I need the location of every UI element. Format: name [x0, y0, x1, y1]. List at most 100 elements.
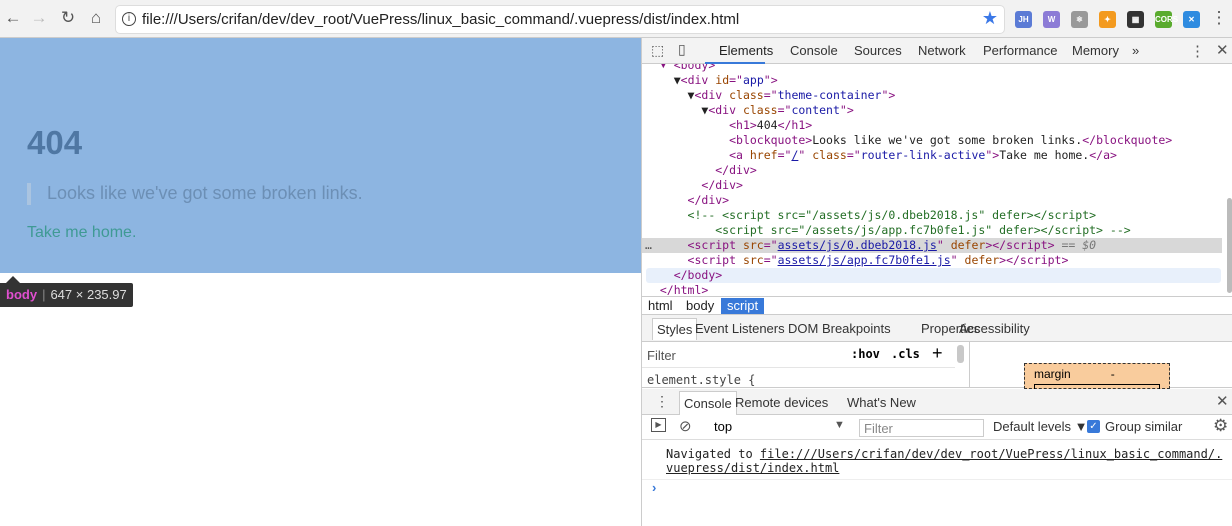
body-highlight-overlay: 404 Looks like we've got some broken lin…: [0, 38, 641, 273]
styles-tabbar: Styles Event Listeners DOM Breakpoints Prop…: [642, 315, 1232, 342]
dom-node-line[interactable]: <a href="/" class="router-link-active">T…: [642, 148, 1222, 163]
hov-toggle[interactable]: :hov: [851, 347, 880, 361]
more-tabs-button[interactable]: »: [1132, 43, 1139, 58]
clear-console-icon[interactable]: ⊘: [679, 417, 692, 435]
dom-token: </h1>: [777, 118, 813, 132]
dom-token: <script src="/assets/js/app.fc7b0fe1.js"…: [715, 223, 1131, 237]
home-icon[interactable]: ⌂: [85, 8, 107, 28]
info-icon[interactable]: i: [122, 12, 136, 26]
drawer-tabbar: ⋮ Console Remote devices What's New ✕: [642, 389, 1232, 415]
dom-token: href: [749, 148, 778, 162]
jh-extension-icon[interactable]: JH: [1015, 11, 1032, 28]
forward-icon[interactable]: →: [28, 8, 50, 28]
dom-token: == $0: [1054, 238, 1097, 252]
styles-filter-input[interactable]: Filter: [647, 348, 676, 363]
dom-token: =": [763, 238, 778, 252]
dom-node-line[interactable]: ▼<div class="theme-container">: [642, 88, 1222, 103]
tab-event-listeners[interactable]: Event Listeners: [695, 321, 785, 336]
dom-node-line[interactable]: </body>: [646, 268, 1221, 283]
drawer-tab-console[interactable]: Console: [679, 391, 737, 415]
tab-dom-breakpoints[interactable]: DOM Breakpoints: [788, 321, 891, 336]
cls-toggle[interactable]: .cls: [891, 347, 920, 361]
dom-token: class: [812, 148, 847, 162]
console-filter-input[interactable]: Filter: [859, 419, 984, 437]
dom-token: 404: [756, 118, 778, 132]
breadcrumb-script[interactable]: script: [721, 298, 765, 314]
log-levels-dropdown[interactable]: Default levels ▼: [993, 419, 1088, 434]
reload-icon[interactable]: ↻: [57, 8, 79, 28]
address-bar[interactable]: i file:///Users/crifan/dev/dev_root/VueP…: [116, 6, 1004, 33]
breadcrumb-body[interactable]: body: [680, 298, 720, 314]
tab-network[interactable]: Network: [918, 43, 966, 58]
dom-tree: ▾ <body> ▼<div id="app"> ▼<div class="th…: [642, 64, 1232, 296]
back-icon[interactable]: ←: [2, 8, 24, 28]
dom-node-line[interactable]: <blockquote>Looks like we've got some br…: [642, 133, 1222, 148]
ellipsis-icon[interactable]: …: [645, 238, 652, 253]
tab-accessibility[interactable]: Accessibility: [959, 321, 1030, 336]
wappalyzer-icon[interactable]: W: [1043, 11, 1060, 28]
context-select[interactable]: top: [714, 419, 732, 434]
new-style-rule-button[interactable]: +: [932, 343, 943, 364]
browser-toolbar: ← → ↻ ⌂ i file:///Users/crifan/dev/dev_r…: [0, 0, 1232, 38]
cors-icon[interactable]: CORS: [1155, 11, 1178, 28]
url-text[interactable]: file:///Users/crifan/dev/dev_root/VuePre…: [142, 11, 739, 28]
bookmark-star-icon[interactable]: ★: [982, 8, 998, 29]
devtools-menu-icon[interactable]: ⋮: [1190, 42, 1205, 60]
dom-token: <div: [694, 88, 730, 102]
qr-code-icon[interactable]: ▦: [1127, 11, 1144, 28]
drawer-menu-icon[interactable]: ⋮: [655, 393, 669, 410]
show-sidebar-icon[interactable]: ▶: [651, 418, 666, 432]
dom-node-line[interactable]: ▼<div id="app">: [642, 73, 1222, 88]
tab-elements[interactable]: Elements: [719, 43, 773, 58]
dom-node-line[interactable]: <h1>404</h1>: [642, 118, 1222, 133]
dom-link[interactable]: assets/js/0.dbeb2018.js: [778, 238, 937, 252]
tab-memory[interactable]: Memory: [1072, 43, 1119, 58]
dom-node-line[interactable]: … <script src="assets/js/0.dbeb2018.js" …: [642, 238, 1222, 253]
dom-token: content: [791, 103, 840, 117]
dom-node-line[interactable]: <script src="/assets/js/app.fc7b0fe1.js"…: [642, 223, 1222, 238]
dom-scrollbar[interactable]: [1227, 198, 1232, 293]
tab-styles[interactable]: Styles: [652, 318, 698, 340]
breadcrumb-html[interactable]: html: [642, 298, 679, 314]
device-toolbar-icon[interactable]: ▯: [678, 41, 686, 58]
dom-node-line[interactable]: </div>: [642, 193, 1222, 208]
close-drawer-icon[interactable]: ✕: [1216, 392, 1229, 410]
react-devtools-icon[interactable]: ⚛: [1071, 11, 1088, 28]
drawer-tab-what-s-new[interactable]: What's New: [847, 395, 916, 410]
console-message: Navigated to file:///Users/crifan/dev/de…: [666, 447, 1226, 475]
dom-token: src: [742, 238, 764, 252]
dom-token: ": [936, 238, 951, 252]
margin-value[interactable]: -: [1111, 367, 1115, 381]
box-model-margin: margin -: [1024, 363, 1170, 394]
tab-sources[interactable]: Sources: [854, 43, 902, 58]
dom-token: <!-- <script src="/assets/js/0.dbeb2018.…: [687, 208, 1097, 222]
dom-token: ></script>: [999, 253, 1069, 267]
group-similar-checkbox[interactable]: ✓: [1087, 420, 1100, 433]
dom-token: <div: [708, 103, 743, 117]
dom-link[interactable]: assets/js/app.fc7b0fe1.js: [778, 253, 951, 267]
console-prompt[interactable]: ›: [652, 480, 656, 495]
inspect-element-icon[interactable]: ⬚: [651, 42, 664, 59]
orange-extension-icon[interactable]: ✦: [1099, 11, 1116, 28]
dom-node-line[interactable]: ▾ <body>: [642, 64, 1222, 73]
tab-console[interactable]: Console: [790, 43, 838, 58]
dom-node-line[interactable]: </html>: [642, 283, 1222, 296]
dom-node-line[interactable]: </div>: [642, 178, 1222, 193]
dom-node-line[interactable]: <!-- <script src="/assets/js/0.dbeb2018.…: [642, 208, 1222, 223]
dom-token: </div>: [701, 178, 743, 192]
drawer-tab-remote-devices[interactable]: Remote devices: [735, 395, 828, 410]
tab-performance[interactable]: Performance: [983, 43, 1057, 58]
close-devtools-icon[interactable]: ✕: [1216, 41, 1229, 59]
dom-token: defer: [964, 253, 1000, 267]
menu-icon[interactable]: ⋮: [1208, 8, 1230, 28]
home-link[interactable]: Take me home.: [27, 224, 136, 242]
context-dropdown-icon[interactable]: ▼: [834, 419, 845, 431]
styles-scrollbar[interactable]: [957, 345, 964, 363]
devtools-panel: ⬚ ▯ Elements Console Sources Network Perform…: [641, 38, 1232, 526]
dom-node-line[interactable]: ▼<div class="content">: [642, 103, 1222, 118]
dom-node-line[interactable]: <script src="assets/js/app.fc7b0fe1.js" …: [642, 253, 1222, 268]
dom-node-line[interactable]: </div>: [642, 163, 1222, 178]
dom-token: Looks like we've got some broken links.: [812, 133, 1083, 147]
blue-extension-icon[interactable]: ✕: [1183, 11, 1200, 28]
console-settings-gear-icon[interactable]: ⚙: [1213, 416, 1228, 436]
